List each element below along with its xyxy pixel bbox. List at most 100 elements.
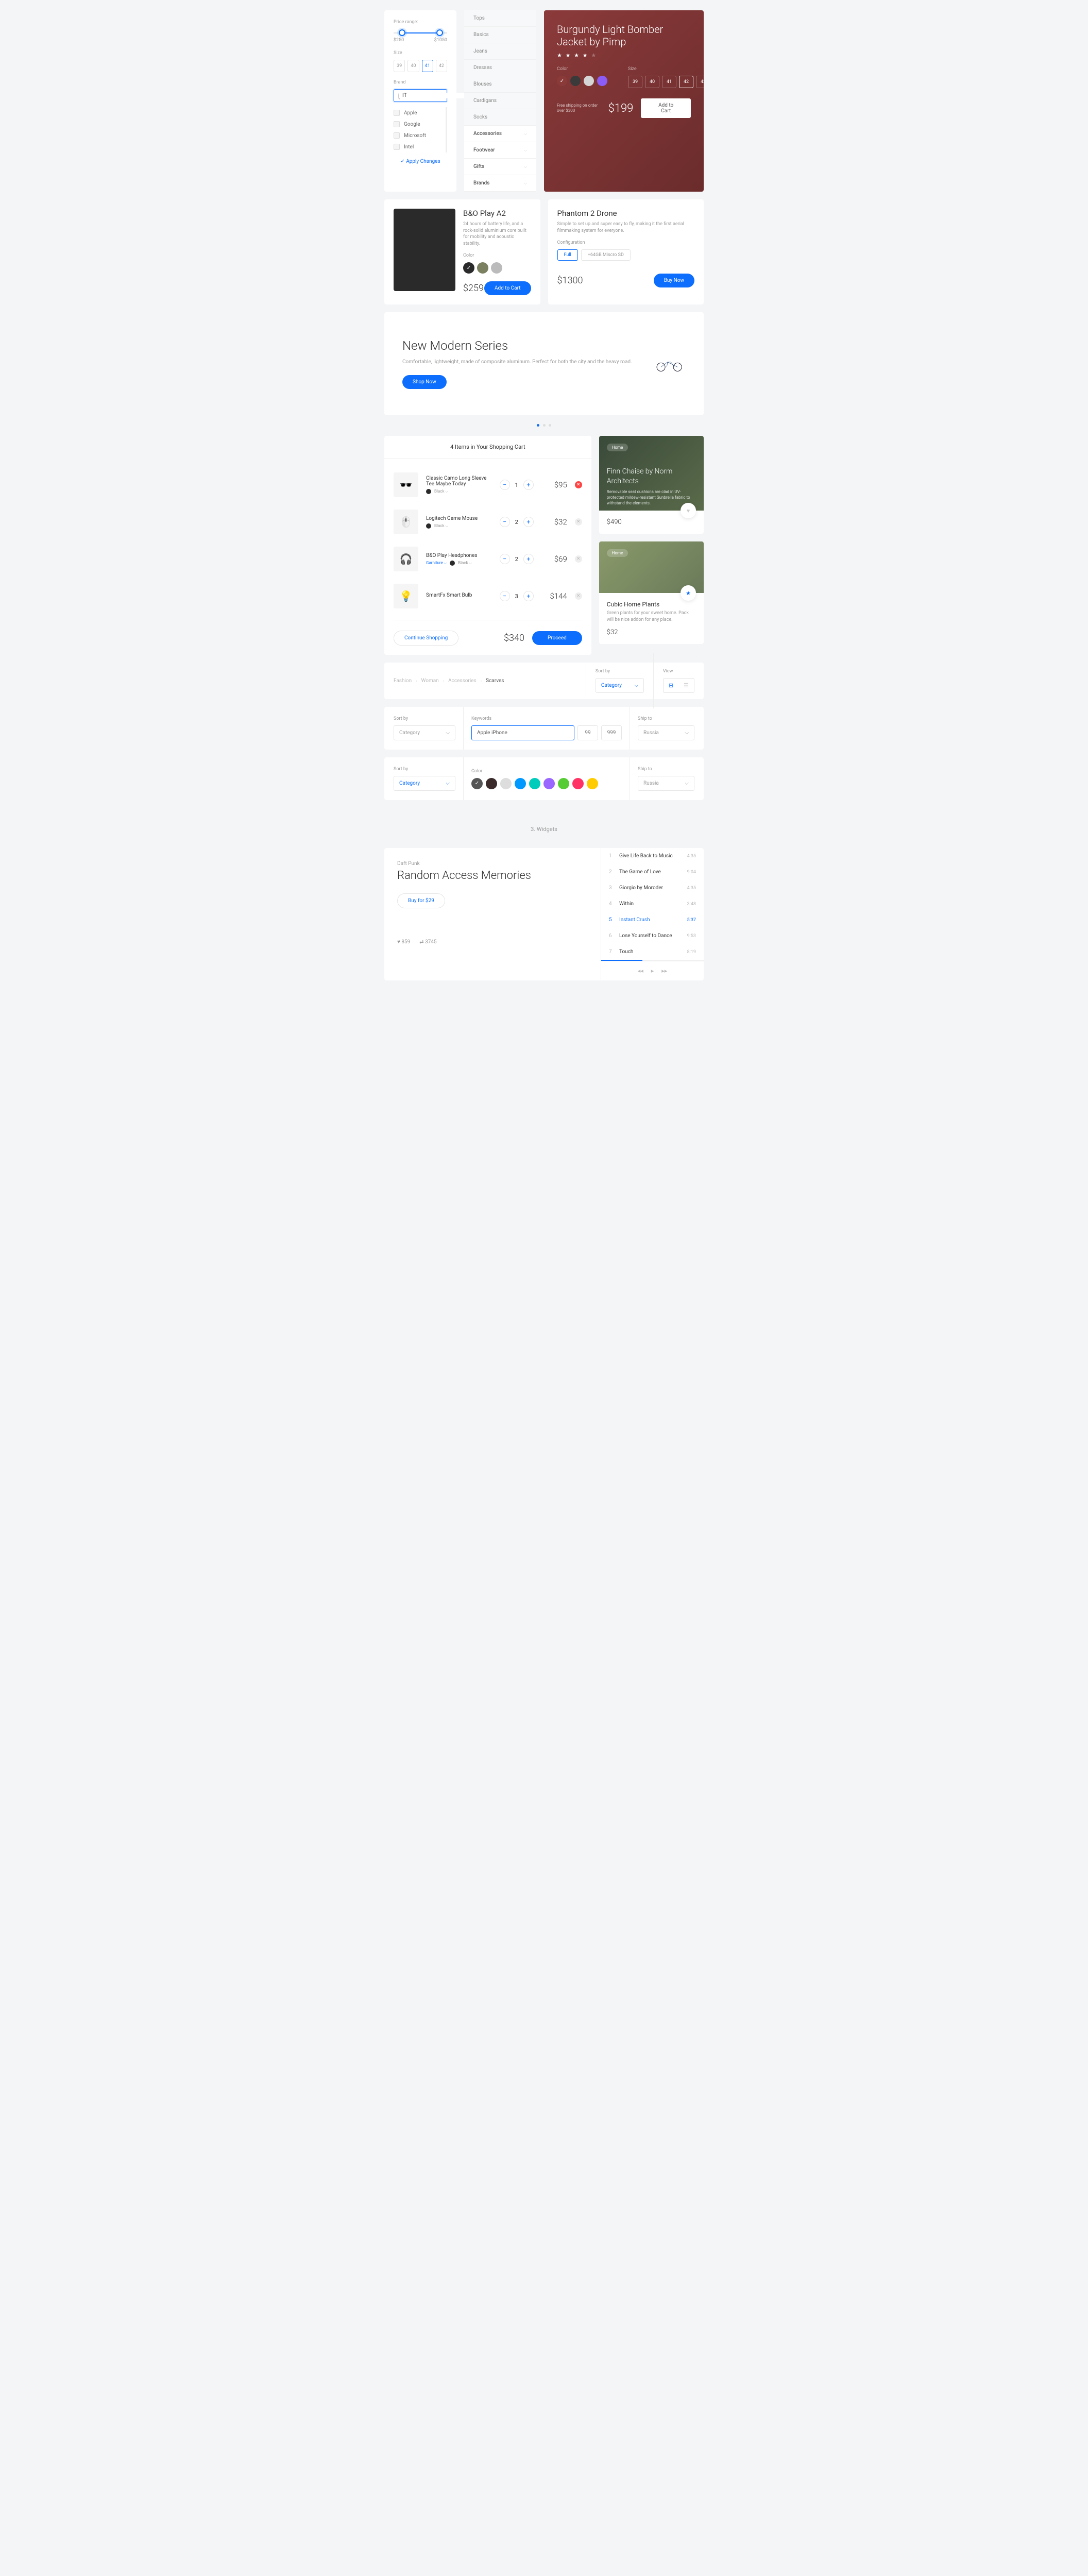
proceed-button[interactable]: Proceed — [532, 631, 582, 645]
checkbox[interactable] — [394, 132, 400, 139]
remove-item-button[interactable]: ✕ — [575, 518, 582, 526]
cart-item-tag[interactable]: Black ⌵ — [434, 523, 448, 529]
ship-select-2[interactable]: Russia⌵ — [638, 776, 694, 791]
checkbox[interactable] — [394, 144, 400, 150]
config-64gb[interactable]: +64GB Miscro SD — [581, 249, 631, 261]
sort-select[interactable]: Category⌵ — [596, 678, 644, 693]
color-swatch[interactable] — [500, 778, 512, 789]
track-item[interactable]: 3Giorgio by Moroder4:35 — [601, 880, 704, 896]
cat-dresses[interactable]: Dresses — [464, 60, 536, 76]
price-max-input[interactable] — [601, 725, 622, 740]
likes[interactable]: ♥ 859 — [397, 939, 410, 945]
dot-2[interactable] — [543, 424, 546, 427]
qty-minus[interactable]: − — [500, 517, 510, 527]
qty-minus[interactable]: − — [500, 480, 510, 490]
size-42[interactable]: 42 — [436, 60, 447, 72]
track-item[interactable]: 7Touch8:19 — [601, 944, 704, 960]
qty-plus[interactable]: + — [523, 554, 534, 564]
color-burgundy[interactable]: ✓ — [557, 76, 567, 86]
qty-minus[interactable]: − — [500, 554, 510, 564]
hero-size-40[interactable]: 40 — [645, 76, 659, 88]
checkbox[interactable] — [394, 110, 400, 116]
color-charcoal[interactable] — [570, 76, 581, 86]
qty-plus[interactable]: + — [523, 591, 534, 601]
list-view-icon[interactable]: ☰ — [678, 679, 694, 692]
color-swatch[interactable]: ✓ — [471, 778, 483, 789]
swatch-black[interactable]: ✓ — [463, 262, 474, 274]
brand-item[interactable]: Microsoft — [394, 130, 441, 141]
checkbox[interactable] — [394, 121, 400, 127]
ship-select[interactable]: Russia⌵ — [638, 725, 694, 740]
color-grey[interactable] — [584, 76, 594, 86]
hero-size-39[interactable]: 39 — [628, 76, 642, 88]
grid-view-icon[interactable]: ⊞ — [664, 679, 678, 692]
price-slider[interactable] — [394, 32, 447, 33]
brand-item[interactable]: Intel — [394, 141, 441, 152]
track-item[interactable]: 6Lose Yourself to Dance9:53 — [601, 928, 704, 944]
track-item[interactable]: 4Within3:48 — [601, 896, 704, 912]
cart-item-tag[interactable]: Black ⌵ — [458, 561, 472, 566]
add-to-cart-button[interactable]: Add to Cart — [641, 98, 691, 118]
crumb[interactable]: Accessories — [448, 678, 477, 684]
crumb[interactable]: Woman — [421, 678, 439, 684]
progress-bar[interactable] — [601, 960, 704, 961]
brand-item[interactable]: Apple — [394, 107, 441, 118]
color-swatch[interactable] — [543, 778, 555, 789]
track-item[interactable]: 2The Game of Love9:04 — [601, 864, 704, 880]
color-swatch[interactable] — [529, 778, 540, 789]
qty-plus[interactable]: + — [523, 480, 534, 490]
brand-item[interactable]: Google — [394, 118, 441, 130]
add-to-cart-button[interactable]: Add to Cart — [484, 281, 531, 295]
cat-footwear[interactable]: Footwear⌵ — [464, 142, 536, 159]
color-purple[interactable] — [597, 76, 607, 86]
color-swatch[interactable] — [486, 778, 497, 789]
category-select[interactable]: Category⌵ — [394, 725, 455, 740]
color-swatch[interactable] — [515, 778, 526, 789]
config-full[interactable]: Full — [557, 249, 578, 261]
qty-minus[interactable]: − — [500, 591, 510, 601]
category-select-2[interactable]: Category⌵ — [394, 776, 455, 791]
cat-accessories[interactable]: Accessories⌵ — [464, 126, 536, 142]
brand-search-input[interactable] — [402, 93, 471, 98]
track-item[interactable]: 5Instant Crush5:37 — [601, 912, 704, 928]
cart-item-tag[interactable]: Garniture ⌵ — [426, 561, 447, 566]
brand-search[interactable] — [394, 89, 447, 102]
crumb[interactable]: Fashion — [394, 678, 412, 684]
dot-3[interactable] — [549, 424, 551, 427]
track-item[interactable]: 1Give Life Back to Music4:35 — [601, 848, 704, 864]
apply-changes-button[interactable]: Apply Changes — [394, 159, 447, 164]
cat-socks[interactable]: Socks — [464, 109, 536, 126]
cat-gifts[interactable]: Gifts⌵ — [464, 159, 536, 175]
buy-now-button[interactable]: Buy Now — [654, 274, 694, 287]
shop-now-button[interactable]: Shop Now — [402, 375, 447, 389]
keyword-input[interactable]: Apple iPhone — [471, 725, 574, 740]
hero-size-43[interactable]: 43 — [696, 76, 704, 88]
color-swatch[interactable] — [558, 778, 569, 789]
swatch-grey[interactable] — [491, 262, 502, 274]
continue-shopping-button[interactable]: Continue Shopping — [394, 631, 458, 646]
remove-item-button[interactable]: ✕ — [575, 481, 582, 488]
remove-item-button[interactable]: ✕ — [575, 592, 582, 600]
dot-1[interactable] — [537, 424, 539, 427]
cat-jeans[interactable]: Jeans — [464, 43, 536, 60]
hero-size-41[interactable]: 41 — [662, 76, 676, 88]
cat-cardigans[interactable]: Cardigans — [464, 93, 536, 109]
play-icon[interactable]: ▸ — [651, 968, 654, 974]
remove-item-button[interactable]: ✕ — [575, 555, 582, 563]
color-swatch[interactable] — [572, 778, 584, 789]
swatch-olive[interactable] — [477, 262, 488, 274]
cat-tops[interactable]: Tops — [464, 10, 536, 27]
size-39[interactable]: 39 — [394, 60, 405, 72]
size-40[interactable]: 40 — [407, 60, 419, 72]
next-icon[interactable]: ▸▸ — [661, 968, 667, 974]
buy-album-button[interactable]: Buy for $29 — [397, 893, 445, 908]
qty-plus[interactable]: + — [523, 517, 534, 527]
size-41[interactable]: 41 — [422, 60, 433, 72]
prev-icon[interactable]: ◂◂ — [638, 968, 643, 974]
cat-basics[interactable]: Basics — [464, 27, 536, 43]
shares[interactable]: ⇄ 3745 — [419, 939, 436, 945]
cat-blouses[interactable]: Blouses — [464, 76, 536, 93]
price-min-input[interactable] — [577, 725, 598, 740]
cart-item-tag[interactable]: Black ⌵ — [434, 489, 448, 494]
cat-brands[interactable]: Brands⌵ — [464, 175, 536, 192]
